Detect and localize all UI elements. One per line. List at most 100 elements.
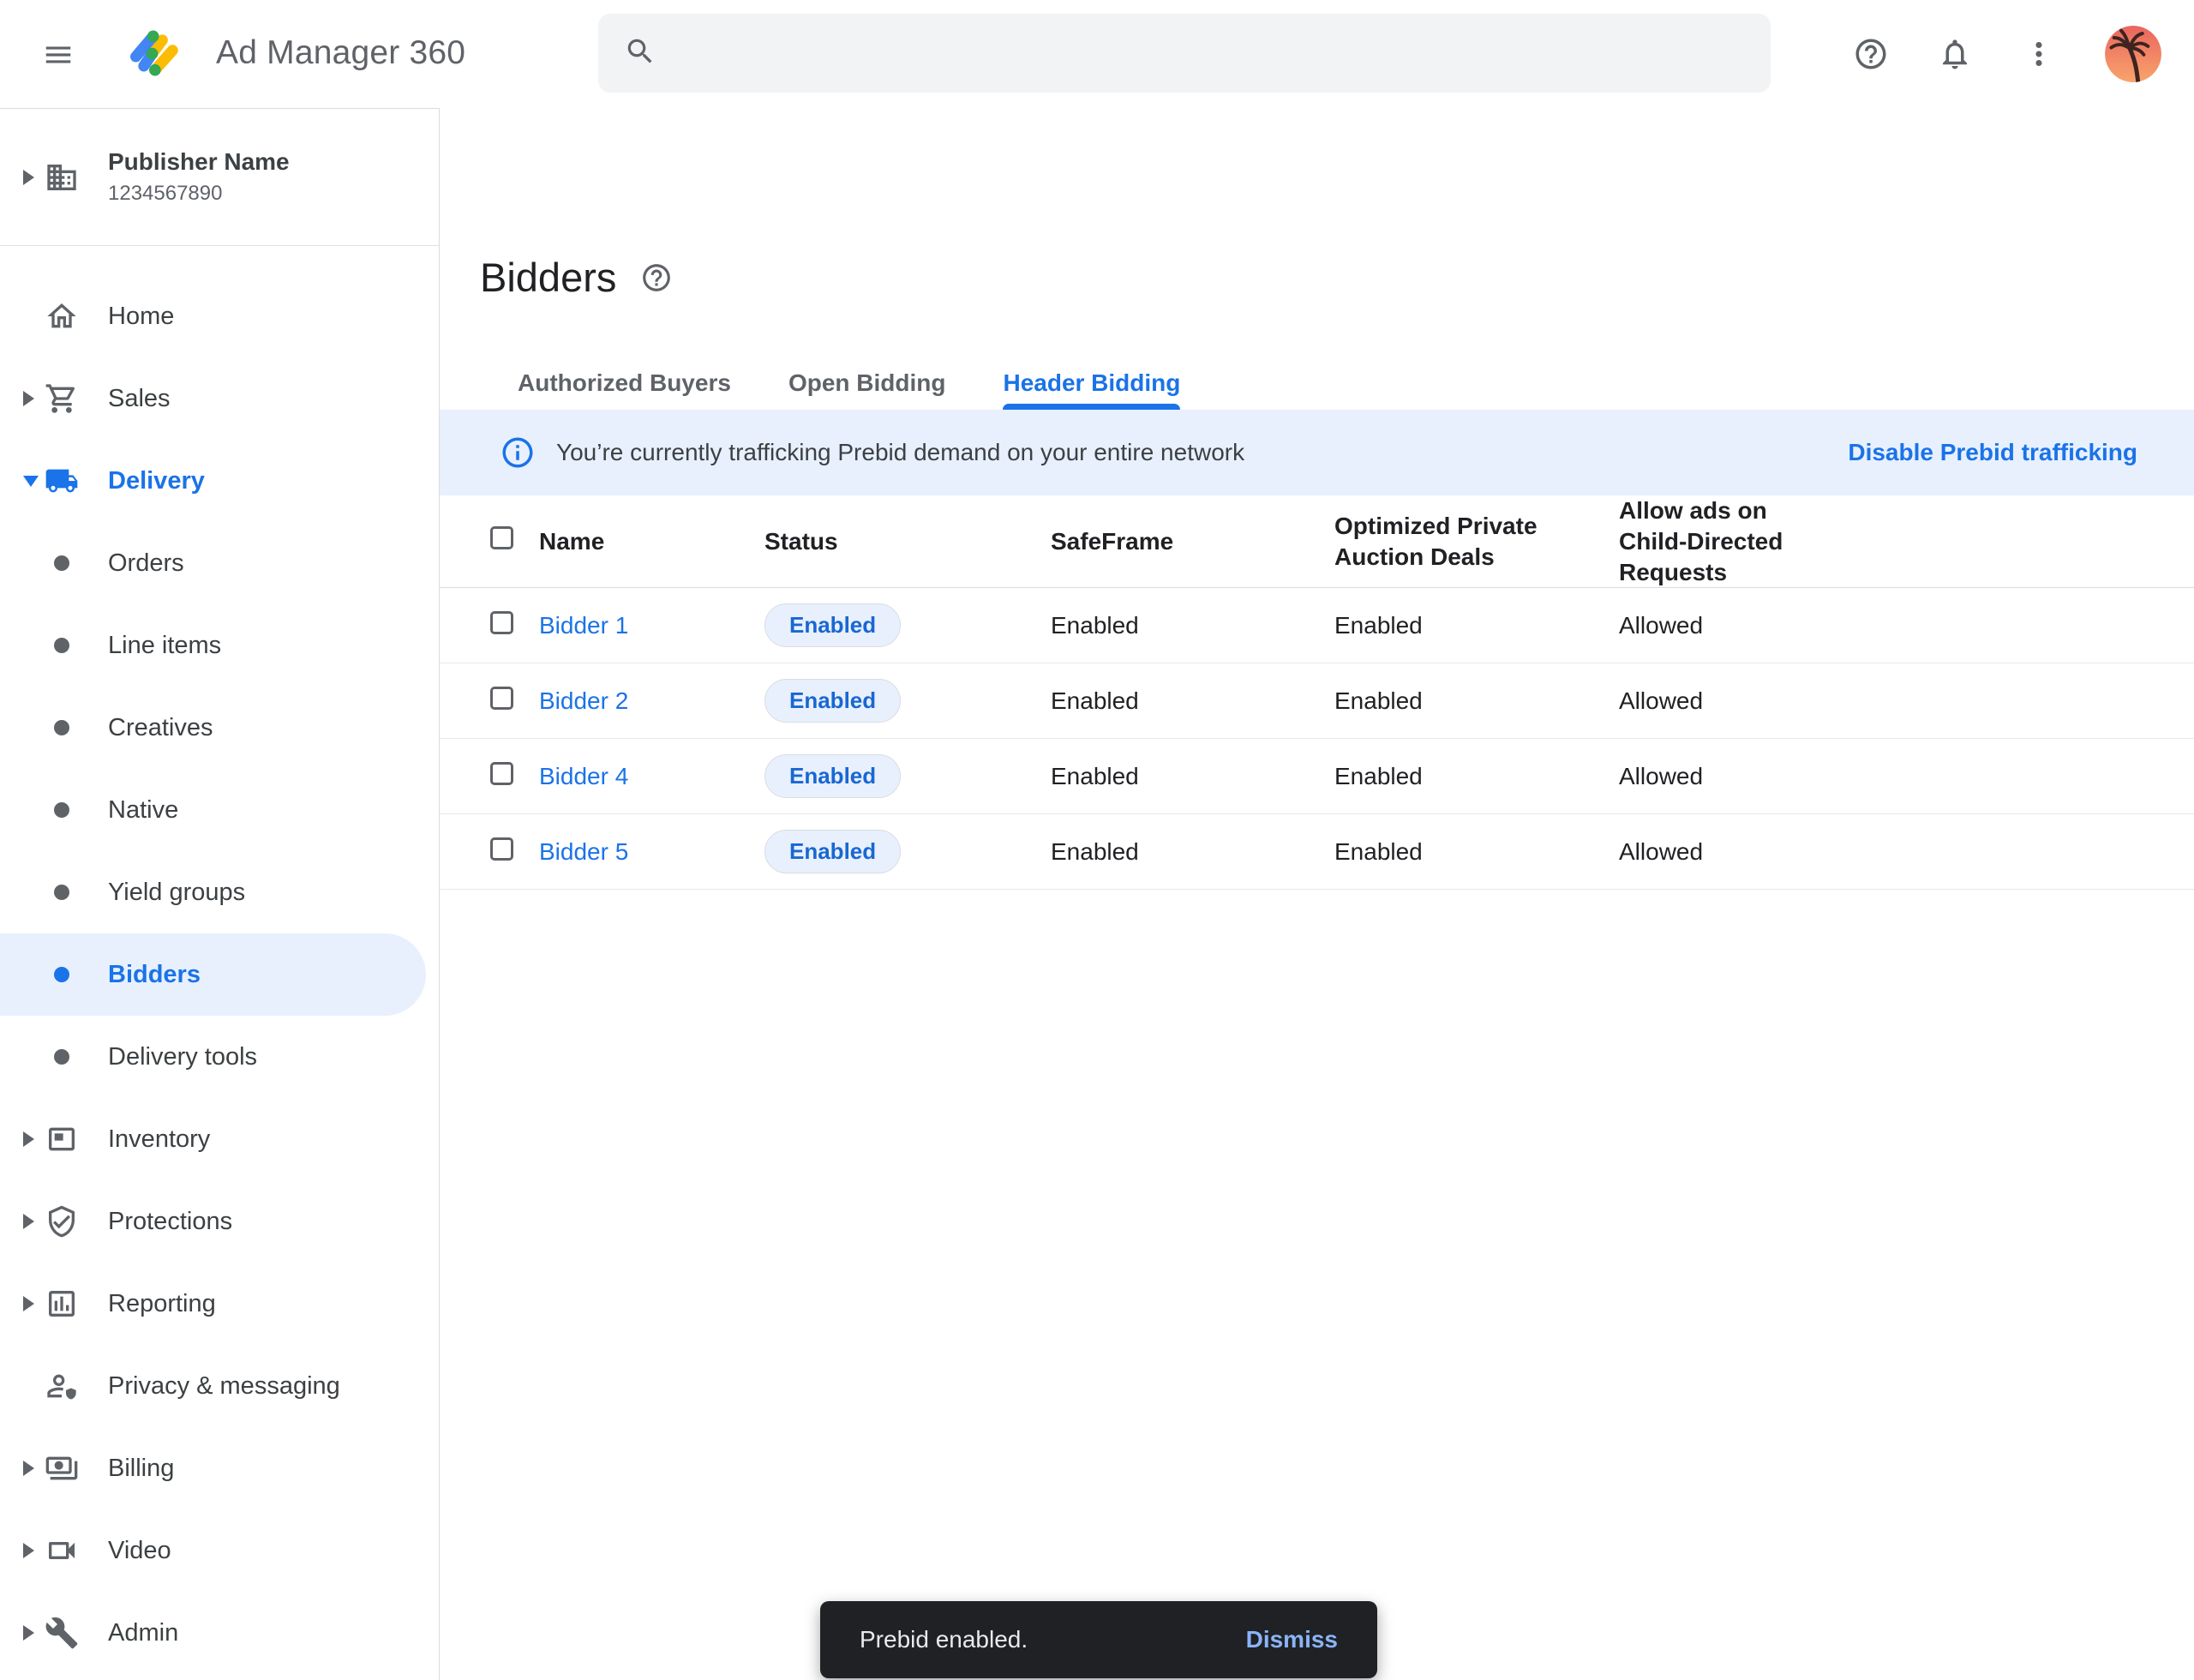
notifications-button[interactable] <box>1937 36 1973 72</box>
search-input[interactable] <box>674 14 1771 93</box>
main-content: Bidders Authorized Buyers Open Bidding H… <box>440 108 2194 1680</box>
banner-message: You’re currently trafficking Prebid dema… <box>556 439 1244 466</box>
sidebar-item-admin[interactable]: Admin <box>0 1592 426 1674</box>
safeframe-value: Enabled <box>1051 612 1334 639</box>
sidebar-item-delivery-tools[interactable]: Delivery tools <box>0 1016 426 1098</box>
allow-child-directed-value: Allowed <box>1619 763 2194 790</box>
optimized-private-auction-deals-value: Enabled <box>1334 687 1619 715</box>
money-icon <box>45 1451 79 1485</box>
sidebar-item-video[interactable]: Video <box>0 1509 426 1592</box>
app-header: Ad Manager 360 <box>0 0 2194 108</box>
allow-child-directed-value: Allowed <box>1619 612 2194 639</box>
sidebar-item-delivery[interactable]: Delivery <box>0 440 426 522</box>
select-all-checkbox[interactable] <box>490 526 513 549</box>
help-icon <box>640 284 673 297</box>
table-header-row: Name Status SafeFrame Optimized Private … <box>440 495 2194 588</box>
sidebar-item-orders[interactable]: Orders <box>0 522 426 604</box>
chevron-right-icon <box>23 1131 34 1147</box>
tab-open-bidding[interactable]: Open Bidding <box>788 357 946 410</box>
sidebar-item-billing[interactable]: Billing <box>0 1427 426 1509</box>
page-title: Bidders <box>480 254 616 301</box>
safeframe-value: Enabled <box>1051 687 1334 715</box>
tab-header-bidding[interactable]: Header Bidding <box>1003 357 1180 410</box>
chevron-right-icon <box>23 391 34 406</box>
row-checkbox[interactable] <box>490 687 513 710</box>
help-icon <box>1853 62 1889 75</box>
safeframe-value: Enabled <box>1051 838 1334 866</box>
allow-child-directed-value: Allowed <box>1619 838 2194 866</box>
column-header-allow-child-directed: Allow ads on Child-Directed Requests <box>1619 495 1829 588</box>
palm-tree-photo <box>2105 26 2161 82</box>
sidebar-item-line-items[interactable]: Line items <box>0 604 426 687</box>
tab-authorized-buyers[interactable]: Authorized Buyers <box>518 357 731 410</box>
bar-chart-icon <box>45 1287 79 1321</box>
row-checkbox[interactable] <box>490 611 513 634</box>
sidebar-item-sales[interactable]: Sales <box>0 357 426 440</box>
dismiss-button[interactable]: Dismiss <box>1246 1626 1338 1653</box>
menu-button[interactable] <box>41 39 75 69</box>
column-header-safeframe: SafeFrame <box>1051 526 1334 557</box>
bullet-icon <box>54 1049 69 1065</box>
column-header-name: Name <box>539 526 764 557</box>
page-help-button[interactable] <box>640 261 673 294</box>
disable-prebid-link[interactable]: Disable Prebid trafficking <box>1848 439 2137 466</box>
chevron-down-icon <box>23 476 39 487</box>
bell-icon <box>1937 62 1973 75</box>
chevron-right-icon <box>23 1625 34 1641</box>
chevron-right-icon <box>23 1296 34 1311</box>
table-row: Bidder 5 Enabled Enabled Enabled Allowed <box>440 814 2194 890</box>
table-row: Bidder 1 Enabled Enabled Enabled Allowed <box>440 588 2194 663</box>
chevron-right-icon <box>23 1214 34 1229</box>
chevron-right-icon <box>23 1543 34 1558</box>
account-avatar[interactable] <box>2105 26 2161 82</box>
status-badge: Enabled <box>764 679 901 723</box>
bidders-table: Name Status SafeFrame Optimized Private … <box>440 495 2194 890</box>
sidebar-item-yield-groups[interactable]: Yield groups <box>0 851 426 933</box>
sidebar-item-protections[interactable]: Protections <box>0 1180 426 1263</box>
help-button[interactable] <box>1853 36 1889 72</box>
home-icon <box>45 299 79 333</box>
video-camera-icon <box>45 1533 79 1568</box>
three-dot-vertical-icon <box>2021 62 2057 75</box>
info-banner: You’re currently trafficking Prebid dema… <box>440 410 2194 495</box>
sidebar-item-reporting[interactable]: Reporting <box>0 1263 426 1345</box>
bullet-icon <box>54 802 69 818</box>
sidebar: Publisher Name 1234567890 Home Sales Del… <box>0 108 440 1680</box>
status-badge: Enabled <box>764 603 901 647</box>
table-row: Bidder 2 Enabled Enabled Enabled Allowed <box>440 663 2194 739</box>
more-options-button[interactable] <box>2021 36 2057 72</box>
header-actions <box>1853 0 2161 108</box>
bullet-icon <box>54 720 69 735</box>
bullet-icon <box>54 555 69 571</box>
column-header-status: Status <box>764 526 1051 557</box>
tab-bar: Authorized Buyers Open Bidding Header Bi… <box>518 357 1180 410</box>
web-asset-icon <box>45 1122 79 1156</box>
sidebar-item-privacy-messaging[interactable]: Privacy & messaging <box>0 1345 426 1427</box>
row-checkbox[interactable] <box>490 762 513 785</box>
bullet-icon <box>54 885 69 900</box>
sidebar-item-native[interactable]: Native <box>0 769 426 851</box>
sidebar-nav: Home Sales Delivery Orders Line items Cr… <box>0 246 439 1674</box>
column-header-optimized-private-auction-deals: Optimized Private Auction Deals <box>1334 511 1544 573</box>
app-title: Ad Manager 360 <box>216 34 465 72</box>
optimized-private-auction-deals-value: Enabled <box>1334 838 1619 866</box>
sidebar-item-inventory[interactable]: Inventory <box>0 1098 426 1180</box>
bidder-link[interactable]: Bidder 4 <box>539 763 628 789</box>
sidebar-item-home[interactable]: Home <box>0 275 426 357</box>
search-bar[interactable] <box>598 14 1771 93</box>
sidebar-item-bidders[interactable]: Bidders <box>0 933 426 1016</box>
bidder-link[interactable]: Bidder 2 <box>539 687 628 714</box>
sidebar-item-creatives[interactable]: Creatives <box>0 687 426 769</box>
bidder-link[interactable]: Bidder 1 <box>539 612 628 639</box>
allow-child-directed-value: Allowed <box>1619 687 2194 715</box>
person-shield-icon <box>45 1369 79 1403</box>
status-badge: Enabled <box>764 830 901 873</box>
building-icon <box>45 160 79 195</box>
row-checkbox[interactable] <box>490 837 513 861</box>
bullet-icon <box>54 638 69 653</box>
bidder-link[interactable]: Bidder 5 <box>539 838 628 865</box>
shield-check-icon <box>45 1204 79 1239</box>
truck-icon <box>45 464 79 498</box>
publisher-selector[interactable]: Publisher Name 1234567890 <box>0 109 439 246</box>
hamburger-icon <box>42 61 75 74</box>
